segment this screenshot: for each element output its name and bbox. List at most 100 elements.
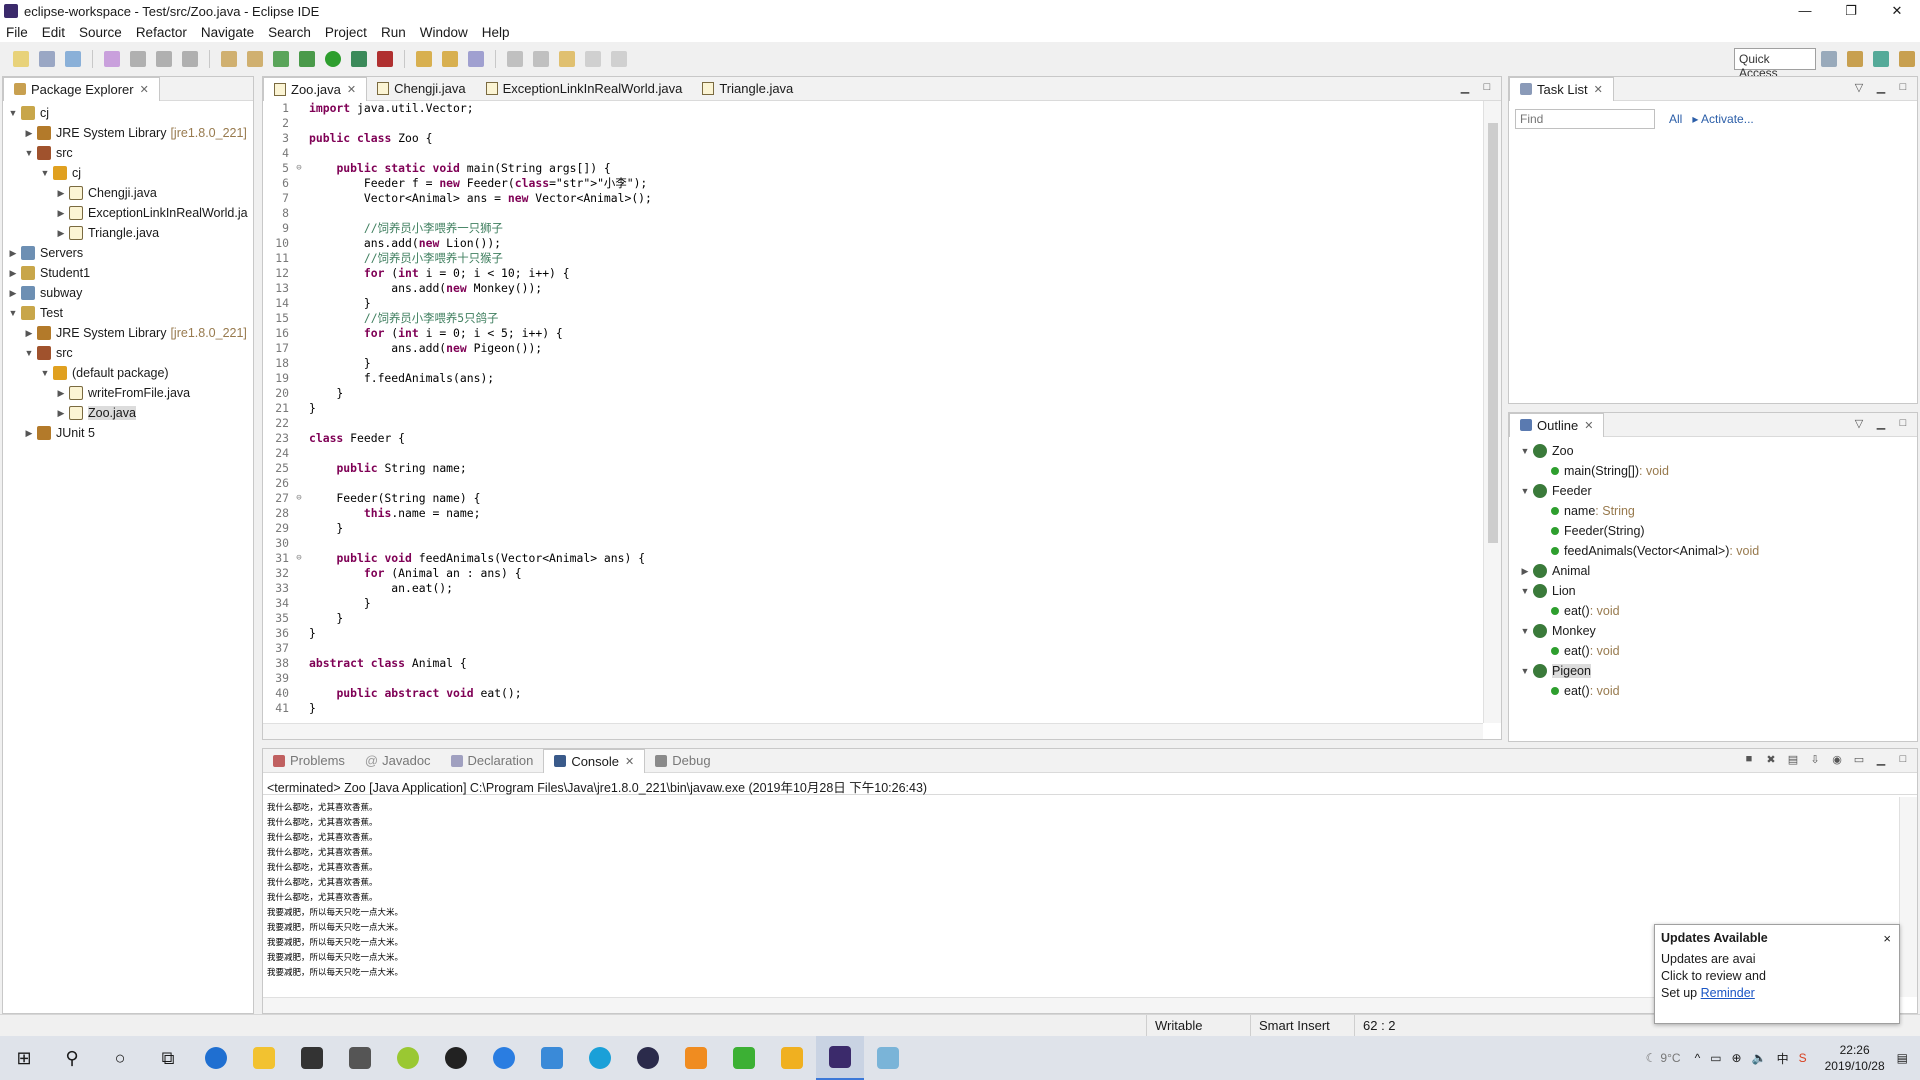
save-icon[interactable]	[39, 51, 55, 67]
minimize-icon[interactable]: ▁	[1873, 81, 1889, 95]
chevron-down-icon[interactable]: ▼	[1519, 486, 1531, 496]
reminder-link[interactable]: Reminder	[1701, 986, 1755, 1000]
fold-marker[interactable]	[293, 536, 305, 551]
fold-marker[interactable]: ⊖	[293, 161, 305, 176]
fold-marker[interactable]	[293, 146, 305, 161]
fold-marker[interactable]	[293, 671, 305, 686]
taskbar-store[interactable]	[288, 1036, 336, 1080]
chevron-down-icon[interactable]: ▼	[1519, 666, 1531, 676]
tree-item[interactable]: ▶ JUnit 5	[3, 423, 253, 443]
clock[interactable]: 22:26 2019/10/28	[1825, 1042, 1885, 1074]
chevron-down-icon[interactable]: ▼	[39, 168, 51, 178]
minimize-icon[interactable]: ▁	[1873, 417, 1889, 431]
network-icon[interactable]: ⊕	[1732, 1051, 1742, 1065]
outline-item[interactable]: ▼ Feeder	[1509, 481, 1917, 501]
search-icon[interactable]	[468, 51, 484, 67]
taskbar-mail[interactable]	[336, 1036, 384, 1080]
tree-item[interactable]: ▶ Triangle.java	[3, 223, 253, 243]
chevron-right-icon[interactable]: ▶	[55, 408, 67, 419]
menu-window[interactable]: Window	[420, 25, 468, 40]
forward-icon[interactable]	[611, 51, 627, 67]
maximize-icon[interactable]: □	[1895, 81, 1911, 95]
battery-icon[interactable]: ▭	[1710, 1051, 1721, 1065]
menu-navigate[interactable]: Navigate	[201, 25, 254, 40]
chevron-down-icon[interactable]: ▼	[1519, 626, 1531, 636]
taskbar-app-shield[interactable]	[528, 1036, 576, 1080]
new-icon[interactable]	[13, 51, 29, 67]
taskbar-app-green[interactable]	[384, 1036, 432, 1080]
chevron-right-icon[interactable]: ▶	[23, 328, 35, 339]
tab-exception-java[interactable]: ExceptionLinkInRealWorld.java	[476, 77, 693, 101]
last-edit-location-icon[interactable]	[559, 51, 575, 67]
chevron-down-icon[interactable]: ▼	[7, 108, 19, 118]
tree-item[interactable]: ▼ src	[3, 343, 253, 363]
tab-javadoc[interactable]: @ Javadoc	[355, 749, 441, 773]
run-icon[interactable]	[325, 51, 341, 67]
fold-marker[interactable]: ⊖	[293, 491, 305, 506]
scrollbar-thumb[interactable]	[1488, 123, 1498, 543]
fold-marker[interactable]	[293, 266, 305, 281]
fold-marker[interactable]	[293, 191, 305, 206]
tab-outline[interactable]: Outline ✕	[1509, 412, 1605, 437]
chevron-down-icon[interactable]: ▼	[1519, 446, 1531, 456]
close-icon[interactable]: ✕	[347, 83, 356, 96]
taskbar-app-ring[interactable]	[576, 1036, 624, 1080]
notification-center-icon[interactable]: ▤	[1897, 1051, 1908, 1065]
fold-marker[interactable]	[293, 341, 305, 356]
suspend-icon[interactable]	[156, 51, 172, 67]
menu-search[interactable]: Search	[268, 25, 311, 40]
chevron-right-icon[interactable]: ▶	[55, 208, 67, 219]
taskbar-edge[interactable]	[192, 1036, 240, 1080]
editor-horizontal-scrollbar[interactable]	[263, 723, 1483, 739]
chevron-right-icon[interactable]: ▶	[55, 188, 67, 199]
chevron-right-icon[interactable]: ▶	[7, 288, 19, 299]
fold-marker[interactable]	[293, 356, 305, 371]
tab-task-list[interactable]: Task List ✕	[1509, 76, 1614, 101]
fold-marker[interactable]	[293, 131, 305, 146]
maximize-icon[interactable]: □	[1895, 753, 1911, 767]
external-tools-icon[interactable]	[377, 51, 393, 67]
tab-chengji-java[interactable]: Chengji.java	[367, 77, 476, 101]
chevron-right-icon[interactable]: ▶	[55, 388, 67, 399]
coverage-icon[interactable]	[351, 51, 367, 67]
remove-launch-icon[interactable]: ✖	[1763, 753, 1779, 767]
chevron-right-icon[interactable]: ▶	[23, 128, 35, 139]
fold-marker[interactable]: ⊖	[293, 551, 305, 566]
fold-marker[interactable]	[293, 626, 305, 641]
fold-marker[interactable]	[293, 281, 305, 296]
tree-item[interactable]: ▶ subway	[3, 283, 253, 303]
close-icon[interactable]: ✕	[1594, 83, 1603, 96]
fold-marker[interactable]	[293, 656, 305, 671]
taskbar-app-blue[interactable]	[480, 1036, 528, 1080]
new-package-icon[interactable]	[247, 51, 263, 67]
outline-item[interactable]: ▼ Monkey	[1509, 621, 1917, 641]
fold-marker[interactable]	[293, 581, 305, 596]
menu-edit[interactable]: Edit	[42, 25, 65, 40]
minimize-icon[interactable]: ▁	[1873, 753, 1889, 767]
tree-item[interactable]: ▼ (default package)	[3, 363, 253, 383]
fold-marker[interactable]	[293, 206, 305, 221]
fold-marker[interactable]	[293, 251, 305, 266]
fold-marker[interactable]	[293, 296, 305, 311]
debug-icon[interactable]	[299, 51, 315, 67]
tree-item[interactable]: ▶ JRE System Library [jre1.8.0_221]	[3, 323, 253, 343]
all-link[interactable]: All	[1669, 112, 1682, 126]
next-annotation-icon[interactable]	[507, 51, 523, 67]
tree-item[interactable]: ▶ ExceptionLinkInRealWorld.ja	[3, 203, 253, 223]
chevron-down-icon[interactable]: ▼	[1519, 586, 1531, 596]
menu-help[interactable]: Help	[482, 25, 510, 40]
clear-console-icon[interactable]: ▤	[1785, 753, 1801, 767]
tab-zoo-java[interactable]: Zoo.java ✕	[263, 76, 368, 101]
chevron-up-icon[interactable]: ^	[1695, 1051, 1701, 1065]
resume-icon[interactable]	[130, 51, 146, 67]
tab-problems[interactable]: Problems	[263, 749, 355, 773]
fold-marker[interactable]	[293, 401, 305, 416]
start-button[interactable]: ⊞	[0, 1036, 48, 1080]
outline-item[interactable]: main(String[]) : void	[1509, 461, 1917, 481]
tab-declaration[interactable]: Declaration	[441, 749, 544, 773]
outline-item[interactable]: name : String	[1509, 501, 1917, 521]
tree-item[interactable]: ▶ Student1	[3, 263, 253, 283]
menu-run[interactable]: Run	[381, 25, 406, 40]
debug-perspective-icon[interactable]	[1873, 51, 1889, 67]
java-ee-perspective-icon[interactable]	[1847, 51, 1863, 67]
